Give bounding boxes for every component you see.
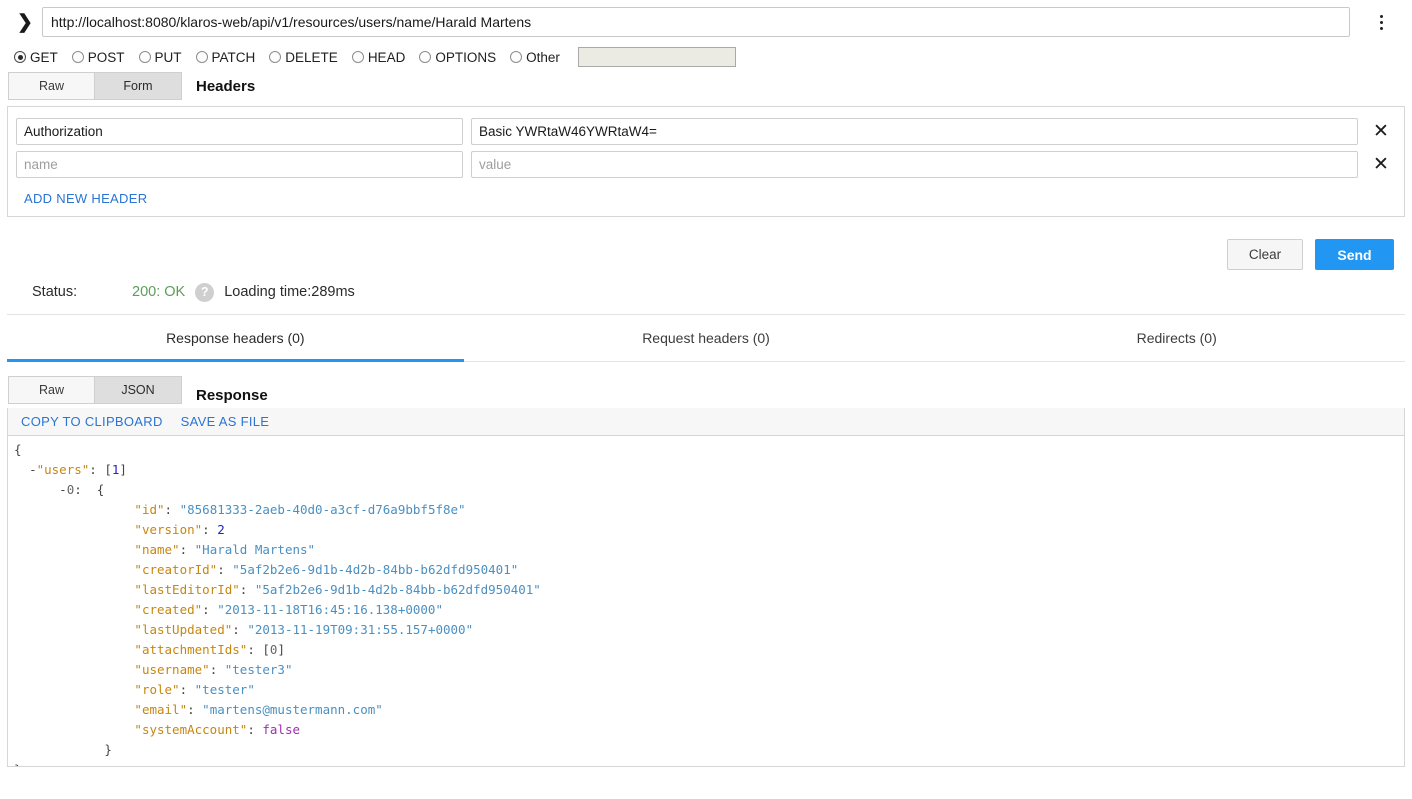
response-format-toggle: Raw JSON <box>8 376 182 404</box>
clear-button[interactable]: Clear <box>1227 239 1303 270</box>
radio-dot <box>419 51 431 63</box>
header-name-input[interactable] <box>16 118 463 145</box>
help-circle-icon[interactable]: ? <box>195 283 214 302</box>
add-new-header-button[interactable]: ADD NEW HEADER <box>8 181 1404 206</box>
http-method-group: GET POST PUT PATCH DELETE HEAD OPTIONS Other <box>0 44 1412 70</box>
request-format-toggle: Raw Form <box>8 72 182 100</box>
method-radio-label: PATCH <box>212 50 256 65</box>
json-line: "version": 2 <box>14 520 1404 540</box>
tab-json-response[interactable]: JSON <box>95 376 182 404</box>
response-toolbar: COPY TO CLIPBOARD SAVE AS FILE <box>8 408 1404 436</box>
chevron-right-icon[interactable]: ❯ <box>8 13 42 32</box>
method-radio-options[interactable]: OPTIONS <box>419 50 496 65</box>
save-as-file-button[interactable]: SAVE AS FILE <box>181 414 270 429</box>
headers-section-title: Headers <box>196 78 255 95</box>
url-input[interactable] <box>42 7 1350 37</box>
header-name-input[interactable] <box>16 151 463 178</box>
tab-raw-request[interactable]: Raw <box>8 72 95 100</box>
json-line: -0: { <box>14 480 1404 500</box>
method-radio-post[interactable]: POST <box>72 50 125 65</box>
kebab-dot <box>1380 21 1383 24</box>
radio-dot <box>72 51 84 63</box>
method-radio-patch[interactable]: PATCH <box>196 50 256 65</box>
copy-to-clipboard-button[interactable]: COPY TO CLIPBOARD <box>21 414 163 429</box>
tab-request-headers-0[interactable]: Request headers (0) <box>471 315 942 361</box>
method-radio-label: GET <box>30 50 58 65</box>
method-radio-label: OPTIONS <box>435 50 496 65</box>
json-line: } <box>14 760 1404 766</box>
radio-dot <box>352 51 364 63</box>
json-line: { <box>14 440 1404 460</box>
other-method-input[interactable] <box>578 47 736 67</box>
method-radio-label: PUT <box>155 50 182 65</box>
request-body-toggle-row: Raw Form Headers <box>0 70 1412 102</box>
radio-dot <box>196 51 208 63</box>
kebab-dot <box>1380 15 1383 18</box>
loading-time-label: Loading time:289ms <box>224 284 355 300</box>
radio-dot <box>510 51 522 63</box>
json-line: "lastUpdated": "2013-11-19T09:31:55.157+… <box>14 620 1404 640</box>
method-radio-other[interactable]: Other <box>510 50 560 65</box>
tab-response-headers-0[interactable]: Response headers (0) <box>0 315 471 361</box>
json-line: -"users": [1] <box>14 460 1404 480</box>
json-line: "creatorId": "5af2b2e6-9d1b-4d2b-84bb-b6… <box>14 560 1404 580</box>
json-collapse-toggle[interactable]: - <box>29 462 37 477</box>
tab-raw-response[interactable]: Raw <box>8 376 95 404</box>
tab-redirects-0[interactable]: Redirects (0) <box>941 315 1412 361</box>
header-row: ✕ <box>8 115 1404 148</box>
request-actions: Clear Send <box>0 217 1412 270</box>
method-radio-label: HEAD <box>368 50 406 65</box>
json-line: "email": "martens@mustermann.com" <box>14 700 1404 720</box>
header-value-input[interactable] <box>471 151 1358 178</box>
method-radio-label: POST <box>88 50 125 65</box>
method-radio-get[interactable]: GET <box>14 50 58 65</box>
radio-dot <box>269 51 281 63</box>
json-line: "systemAccount": false <box>14 720 1404 740</box>
response-toggle-row: Raw JSON Response <box>0 362 1412 408</box>
radio-dot <box>14 51 26 63</box>
tab-form-request[interactable]: Form <box>95 72 182 100</box>
method-radio-label: DELETE <box>285 50 338 65</box>
json-collapse-toggle[interactable]: - <box>59 482 67 497</box>
json-line: "username": "tester3" <box>14 660 1404 680</box>
close-icon[interactable]: ✕ <box>1358 122 1404 141</box>
json-line: "id": "85681333-2aeb-40d0-a3cf-d76a9bbf5… <box>14 500 1404 520</box>
status-row: Status: 200: OK ? Loading time:289ms <box>0 270 1412 314</box>
radio-dot <box>139 51 151 63</box>
json-line: "name": "Harald Martens" <box>14 540 1404 560</box>
header-value-input[interactable] <box>471 118 1358 145</box>
response-tabs: Response headers (0)Request headers (0)R… <box>0 315 1412 361</box>
json-line: "attachmentIds": [0] <box>14 640 1404 660</box>
response-panel: COPY TO CLIPBOARD SAVE AS FILE { -"users… <box>7 408 1405 767</box>
json-line: "role": "tester" <box>14 680 1404 700</box>
method-radio-delete[interactable]: DELETE <box>269 50 338 65</box>
method-radio-label: Other <box>526 50 560 65</box>
json-viewer[interactable]: { -"users": [1] -0: { "id": "85681333-2a… <box>8 436 1404 766</box>
header-row: ✕ <box>8 148 1404 181</box>
json-line: } <box>14 740 1404 760</box>
kebab-menu-icon[interactable] <box>1350 15 1412 30</box>
close-icon[interactable]: ✕ <box>1358 155 1404 174</box>
method-radio-put[interactable]: PUT <box>139 50 182 65</box>
json-line: "created": "2013-11-18T16:45:16.138+0000… <box>14 600 1404 620</box>
method-radio-head[interactable]: HEAD <box>352 50 406 65</box>
status-label: Status: <box>32 284 132 300</box>
response-section-title: Response <box>196 387 268 404</box>
headers-panel: ✕ ✕ ADD NEW HEADER <box>7 106 1405 217</box>
kebab-dot <box>1380 27 1383 30</box>
status-badge: 200: OK <box>132 284 185 300</box>
json-line: "lastEditorId": "5af2b2e6-9d1b-4d2b-84bb… <box>14 580 1404 600</box>
send-button[interactable]: Send <box>1315 239 1394 270</box>
url-bar: ❯ <box>0 0 1412 44</box>
